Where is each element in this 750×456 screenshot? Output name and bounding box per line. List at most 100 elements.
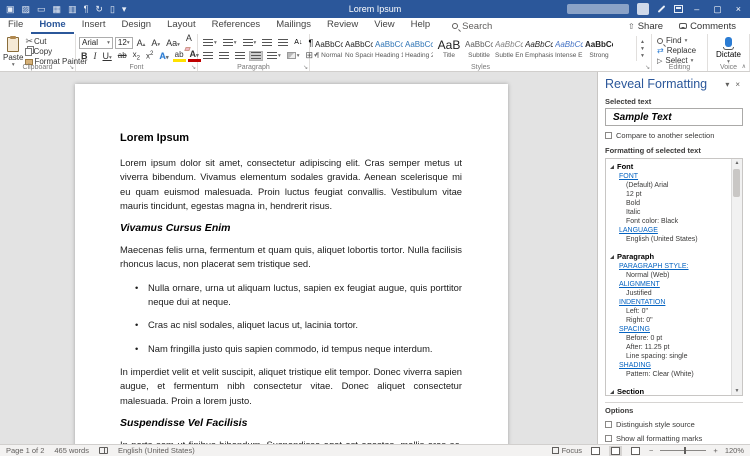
collapse-triangle-icon[interactable]: [610, 389, 614, 394]
window-icon[interactable]: ▭: [37, 4, 46, 15]
paste-button[interactable]: Paste ▾: [3, 36, 23, 68]
comments-button[interactable]: Comments: [673, 20, 742, 33]
search-box[interactable]: Search: [452, 21, 492, 32]
language-indicator[interactable]: English (United States): [118, 446, 195, 455]
dictate-button[interactable]: Dictate ▾: [711, 37, 746, 65]
zoom-in-button[interactable]: +: [713, 446, 717, 455]
text-highlight-button[interactable]: ab: [172, 50, 186, 62]
style-subtitle[interactable]: AaBbCcC Subtitle: [465, 37, 493, 60]
table-icon[interactable]: ▦: [53, 4, 62, 15]
style-strong[interactable]: AaBbCcDc Strong: [585, 37, 613, 60]
tree-link-shading[interactable]: SHADING: [619, 361, 728, 370]
bullets-button[interactable]: ▾: [201, 38, 219, 48]
tab-file[interactable]: File: [0, 18, 31, 34]
underline-button[interactable]: U▾: [101, 51, 114, 61]
align-left-button[interactable]: [201, 51, 215, 61]
tree-link-language[interactable]: LANGUAGE: [619, 226, 728, 235]
print-layout-button[interactable]: [609, 445, 623, 456]
style-intense-e-[interactable]: AaBbCcDc Intense E...: [555, 37, 583, 60]
sort-button[interactable]: A↓: [292, 38, 304, 47]
justify-button[interactable]: [249, 50, 263, 61]
redo-icon[interactable]: ↻: [95, 4, 103, 15]
styles-dialog-launcher[interactable]: ↘: [645, 64, 650, 71]
tab-design[interactable]: Design: [113, 18, 159, 34]
scroll-up-icon[interactable]: ▲: [735, 160, 740, 166]
ribbon-display-options-icon[interactable]: [674, 5, 684, 13]
scroll-thumb[interactable]: [733, 169, 740, 197]
account-name[interactable]: [567, 4, 630, 14]
draw-icon[interactable]: ▨: [22, 4, 31, 15]
increase-indent-button[interactable]: [276, 38, 290, 48]
tree-link-font[interactable]: FONT: [619, 172, 728, 181]
zoom-level[interactable]: 120%: [725, 446, 744, 455]
style-no-spacing[interactable]: AaBbCcDc No Spacing: [345, 37, 373, 60]
collapse-ribbon-icon[interactable]: ∧: [742, 63, 746, 70]
multilevel-list-button[interactable]: ▾: [241, 38, 259, 48]
italic-button[interactable]: I: [92, 51, 99, 61]
styles-scroll-down-icon[interactable]: ▼: [640, 46, 645, 52]
replace-button[interactable]: ⇄ Replace: [657, 46, 704, 55]
zoom-out-button[interactable]: −: [649, 446, 653, 455]
shrink-font-button[interactable]: A▾: [149, 38, 162, 48]
bold-button[interactable]: B: [79, 51, 90, 61]
style-heading-1[interactable]: AaBbCc Heading 1: [375, 37, 403, 60]
new-document-icon[interactable]: ▯: [110, 4, 115, 15]
zoom-slider-thumb[interactable]: [684, 447, 687, 454]
superscript-button[interactable]: x2: [144, 51, 155, 61]
proofing-icon[interactable]: [98, 447, 108, 454]
style-emphasis[interactable]: AaBbCcDc Emphasis: [525, 37, 553, 60]
tab-references[interactable]: References: [204, 18, 269, 34]
panel-menu-icon[interactable]: ▾: [722, 80, 732, 89]
tab-help[interactable]: Help: [403, 18, 439, 34]
paragraph-dialog-launcher[interactable]: ↘: [303, 64, 308, 71]
close-button[interactable]: ×: [733, 4, 744, 14]
clipboard-dialog-launcher[interactable]: ↘: [69, 64, 74, 71]
panel-close-icon[interactable]: ×: [732, 80, 743, 89]
focus-button[interactable]: Focus: [551, 446, 582, 455]
tree-link-alignment[interactable]: ALIGNMENT: [619, 280, 728, 289]
pilcrow-icon[interactable]: ¶: [84, 4, 89, 14]
grow-font-button[interactable]: A▴: [135, 38, 148, 48]
tree-section-section[interactable]: Section: [610, 387, 728, 395]
read-mode-button[interactable]: [589, 446, 602, 456]
collapse-triangle-icon[interactable]: [610, 164, 614, 169]
style-subtle-em-[interactable]: AaBbCcDc Subtle Em...: [495, 37, 523, 60]
strikethrough-button[interactable]: ab: [116, 51, 129, 60]
page-indicator[interactable]: Page 1 of 2: [6, 446, 44, 455]
tree-link-indentation[interactable]: INDENTATION: [619, 298, 728, 307]
font-dialog-launcher[interactable]: ↘: [191, 64, 196, 71]
align-right-button[interactable]: [233, 51, 247, 61]
avatar[interactable]: [637, 3, 650, 15]
document-page[interactable]: Lorem Ipsum Lorem ipsum dolor sit amet, …: [75, 84, 508, 444]
show-marks-row[interactable]: Show all formatting marks: [605, 434, 743, 443]
web-layout-button[interactable]: [629, 446, 642, 456]
zoom-slider[interactable]: [660, 447, 707, 454]
align-center-button[interactable]: [217, 51, 231, 61]
editing-mode-pencil-icon[interactable]: [657, 5, 666, 13]
styles-more-icon[interactable]: ▼: [640, 53, 645, 59]
find-button[interactable]: Find ▾: [657, 36, 704, 45]
change-case-button[interactable]: Aa▾: [164, 38, 182, 48]
tab-layout[interactable]: Layout: [159, 18, 204, 34]
style--normal[interactable]: AaBbCcDc ¶ Normal: [315, 37, 343, 60]
style-title[interactable]: AaB Title: [435, 37, 463, 60]
subscript-button[interactable]: x2: [131, 50, 142, 62]
style-heading-2[interactable]: AaBbCcC Heading 2: [405, 37, 433, 60]
decrease-indent-button[interactable]: [260, 38, 274, 48]
styles-scroll-up-icon[interactable]: ▲: [640, 39, 645, 45]
tree-section-font[interactable]: Font: [610, 162, 728, 171]
word-count[interactable]: 465 words: [54, 446, 89, 455]
minimize-button[interactable]: –: [691, 4, 702, 14]
font-size-combo[interactable]: 12 ▾: [114, 36, 133, 49]
tab-review[interactable]: Review: [319, 18, 366, 34]
tree-link-spacing[interactable]: SPACING: [619, 325, 728, 334]
numbering-button[interactable]: ▾: [221, 38, 239, 48]
save-icon[interactable]: ▣: [6, 4, 15, 15]
scroll-down-icon[interactable]: ▼: [735, 388, 740, 394]
tab-mailings[interactable]: Mailings: [268, 18, 319, 34]
font-name-combo[interactable]: Arial ▾: [79, 36, 113, 49]
tab-insert[interactable]: Insert: [74, 18, 114, 34]
tree-scrollbar[interactable]: ▲ ▼: [731, 159, 742, 395]
print-icon[interactable]: ▥: [68, 4, 77, 15]
text-effects-button[interactable]: A▾: [157, 51, 170, 61]
